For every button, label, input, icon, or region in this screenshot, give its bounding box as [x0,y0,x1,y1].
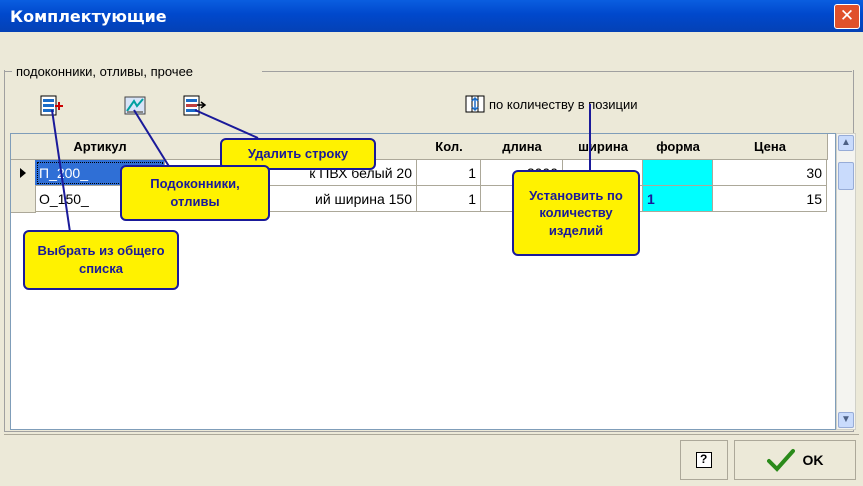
column-header-price[interactable]: Цена [713,134,828,160]
row-indicator-header [11,134,36,160]
window: Комплектующие ✕ подоконники, отливы, про… [0,0,863,486]
tooltip-set-qty: Установить по количеству изделий [512,170,640,256]
scroll-down-icon[interactable]: ▼ [838,412,854,428]
table-cell-price[interactable]: 15 [713,186,827,212]
table-cell-form[interactable] [643,160,713,186]
group-line-right [262,71,852,72]
close-icon: ✕ [839,6,855,26]
add-from-list-icon [40,95,63,116]
help-button[interactable]: ? [680,440,728,480]
ok-button[interactable]: OK [734,440,856,480]
table-cell-price[interactable]: 30 [713,160,827,186]
table-cell-form[interactable]: 1 [643,186,713,212]
column-header-qty[interactable]: Кол. [417,134,482,160]
tooltip-choose-from-list: Выбрать из общего списка [23,230,179,290]
scroll-thumb[interactable] [838,162,854,190]
add-from-list-button[interactable] [40,95,64,117]
row-indicator[interactable] [11,160,36,187]
scroll-up-icon[interactable]: ▲ [838,135,854,151]
table-cell-qty[interactable]: 1 [417,186,481,212]
table-cell-qty[interactable]: 1 [417,160,481,186]
group-label: подоконники, отливы, прочее [14,64,196,79]
grid-set-icon [465,95,485,113]
tooltip-sills: Подоконники, отливы [120,165,270,221]
delete-row-icon [183,95,207,116]
bottom-bar [4,434,859,483]
delete-row-button[interactable] [183,95,207,117]
column-header-form[interactable]: форма [643,134,714,160]
vertical-scrollbar[interactable]: ▲ ▼ [836,133,856,430]
ok-label: OK [802,452,824,468]
column-header-width[interactable]: ширина [563,134,644,160]
checkmark-icon [766,449,795,472]
set-by-position-qty-label: по количеству в позиции [489,96,638,112]
help-label: ? [700,452,708,466]
close-button[interactable]: ✕ [834,4,860,29]
group-line-left [4,71,12,72]
column-header-article[interactable]: Артикул [35,134,166,160]
row-indicator[interactable] [11,186,36,213]
current-row-icon [20,168,26,178]
sills-button[interactable] [124,95,148,117]
set-by-position-qty-button[interactable]: по количеству в позиции [465,95,638,113]
title-bar: Комплектующие ✕ [0,0,863,32]
column-header-length[interactable]: длина [481,134,564,160]
sills-icon [124,96,146,115]
window-title: Комплектующие [10,7,167,26]
